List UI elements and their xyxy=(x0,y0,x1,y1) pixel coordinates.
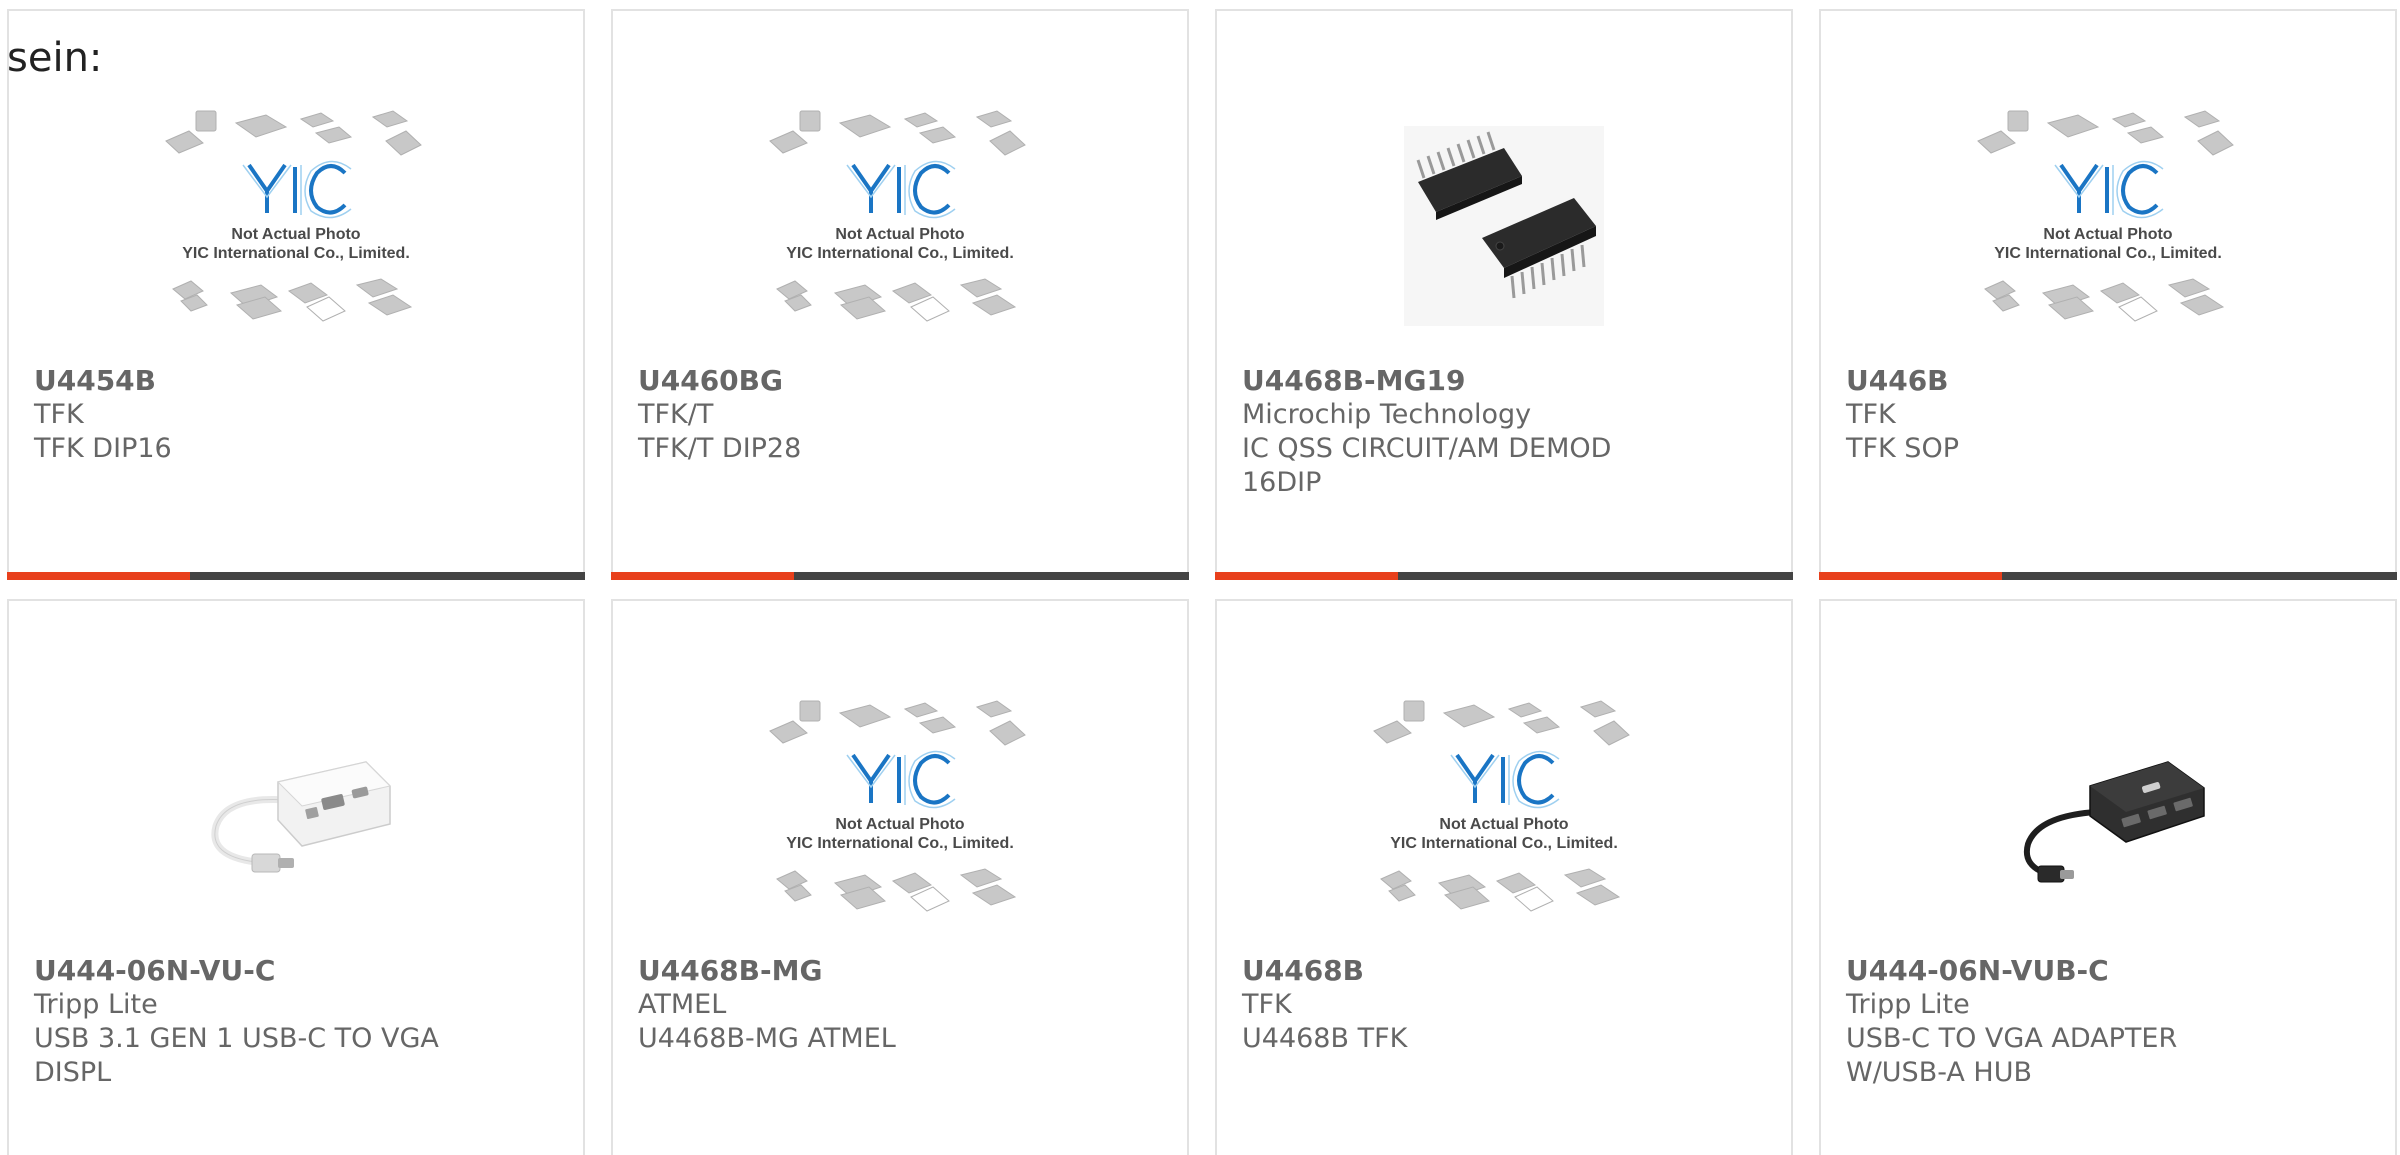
product-info: U4468B TFK U4468B TFK xyxy=(1242,954,1662,1056)
manufacturer: TFK/T xyxy=(638,399,714,430)
product-info: U446B TFK TFK SOP xyxy=(1846,364,2266,466)
description: USB-C TO VGA ADAPTER W/USB-A HUB xyxy=(1846,1023,2178,1088)
description: TFK/T DIP28 xyxy=(638,433,802,464)
description: IC QSS CIRCUIT/AM DEMOD 16DIP xyxy=(1242,433,1612,498)
placeholder-photo-image: Not Actual Photo YIC International Co., … xyxy=(1373,700,1630,912)
product-card[interactable]: Not Actual Photo YIC International Co., … xyxy=(1819,9,2397,580)
product-image xyxy=(9,681,583,951)
product-image: Not Actual Photo YIC International Co., … xyxy=(1821,91,2395,361)
placeholder-line1: Not Actual Photo xyxy=(231,226,360,243)
product-card[interactable]: U444-06N-VU-C Tripp Lite USB 3.1 GEN 1 U… xyxy=(7,599,585,1155)
part-number[interactable]: U444-06N-VUB-C xyxy=(1846,954,2266,988)
placeholder-line2: YIC International Co., Limited. xyxy=(1390,835,1618,852)
product-image: Not Actual Photo YIC International Co., … xyxy=(1217,681,1791,951)
card-bottom-bar xyxy=(1819,572,2397,580)
product-image: Not Actual Photo YIC International Co., … xyxy=(613,91,1187,361)
placeholder-line1: Not Actual Photo xyxy=(2043,226,2172,243)
part-number[interactable]: U4468B xyxy=(1242,954,1662,988)
placeholder-photo-image: Not Actual Photo YIC International Co., … xyxy=(1977,110,2234,322)
product-info: U4460BG TFK/T TFK/T DIP28 xyxy=(638,364,1058,466)
card-accent-bar xyxy=(1215,572,1398,580)
product-info: U4468B-MG19 Microchip Technology IC QSS … xyxy=(1242,364,1662,500)
product-card[interactable]: Not Actual Photo YIC International Co., … xyxy=(1215,599,1793,1155)
product-card[interactable]: Not Actual Photo YIC International Co., … xyxy=(611,9,1189,580)
placeholder-line2: YIC International Co., Limited. xyxy=(786,835,1014,852)
description: TFK DIP16 xyxy=(34,433,172,464)
product-card[interactable]: U4468B-MG19 Microchip Technology IC QSS … xyxy=(1215,9,1793,580)
placeholder-line2: YIC International Co., Limited. xyxy=(182,245,410,262)
product-info: U444-06N-VU-C Tripp Lite USB 3.1 GEN 1 U… xyxy=(34,954,454,1090)
part-number[interactable]: U446B xyxy=(1846,364,2266,398)
placeholder-photo-image: Not Actual Photo YIC International Co., … xyxy=(769,110,1026,322)
manufacturer: TFK xyxy=(1846,399,1896,430)
product-info: U444-06N-VUB-C Tripp Lite USB-C TO VGA A… xyxy=(1846,954,2266,1090)
placeholder-line1: Not Actual Photo xyxy=(835,816,964,833)
manufacturer: TFK xyxy=(1242,989,1292,1020)
manufacturer: TFK xyxy=(34,399,84,430)
part-number[interactable]: U4454B xyxy=(34,364,454,398)
placeholder-photo-image: Not Actual Photo YIC International Co., … xyxy=(769,700,1026,912)
card-bottom-bar xyxy=(1215,572,1793,580)
manufacturer: ATMEL xyxy=(638,989,727,1020)
description: U4468B-MG ATMEL xyxy=(638,1023,896,1054)
dip-chip-photo-image xyxy=(1404,126,1604,326)
manufacturer: Microchip Technology xyxy=(1242,399,1532,430)
part-number[interactable]: U4460BG xyxy=(638,364,1058,398)
placeholder-line2: YIC International Co., Limited. xyxy=(786,245,1014,262)
description: TFK SOP xyxy=(1846,433,1959,464)
part-number[interactable]: U4468B-MG xyxy=(638,954,1058,988)
product-image: Not Actual Photo YIC International Co., … xyxy=(9,91,583,361)
product-image xyxy=(1821,681,2395,951)
product-info: U4468B-MG ATMEL U4468B-MG ATMEL xyxy=(638,954,1058,1056)
product-card[interactable]: Not Actual Photo YIC International Co., … xyxy=(611,599,1189,1155)
product-info: U4454B TFK TFK DIP16 xyxy=(34,364,454,466)
white-usb-adapter-photo-image xyxy=(211,761,391,873)
part-number[interactable]: U4468B-MG19 xyxy=(1242,364,1662,398)
card-bottom-bar xyxy=(7,572,585,580)
description: U4468B TFK xyxy=(1242,1023,1408,1054)
manufacturer: Tripp Lite xyxy=(1846,989,1970,1020)
placeholder-line1: Not Actual Photo xyxy=(1439,816,1568,833)
manufacturer: Tripp Lite xyxy=(34,989,158,1020)
placeholder-photo-image: Not Actual Photo YIC International Co., … xyxy=(165,110,422,322)
part-number[interactable]: U444-06N-VU-C xyxy=(34,954,454,988)
card-accent-bar xyxy=(7,572,190,580)
black-usb-hub-photo-image xyxy=(2024,761,2205,883)
product-image: Not Actual Photo YIC International Co., … xyxy=(613,681,1187,951)
intro-text: sein: xyxy=(7,35,103,81)
card-bottom-bar xyxy=(611,572,1189,580)
description: USB 3.1 GEN 1 USB-C TO VGA DISPL xyxy=(34,1023,439,1088)
placeholder-line1: Not Actual Photo xyxy=(835,226,964,243)
product-card[interactable]: U444-06N-VUB-C Tripp Lite USB-C TO VGA A… xyxy=(1819,599,2397,1155)
placeholder-line2: YIC International Co., Limited. xyxy=(1994,245,2222,262)
card-accent-bar xyxy=(611,572,794,580)
product-grid-page: sein: Not Actual Photo YIC International… xyxy=(0,0,2400,1155)
card-accent-bar xyxy=(1819,572,2002,580)
product-card[interactable]: Not Actual Photo YIC International Co., … xyxy=(7,9,585,580)
product-image xyxy=(1217,91,1791,361)
